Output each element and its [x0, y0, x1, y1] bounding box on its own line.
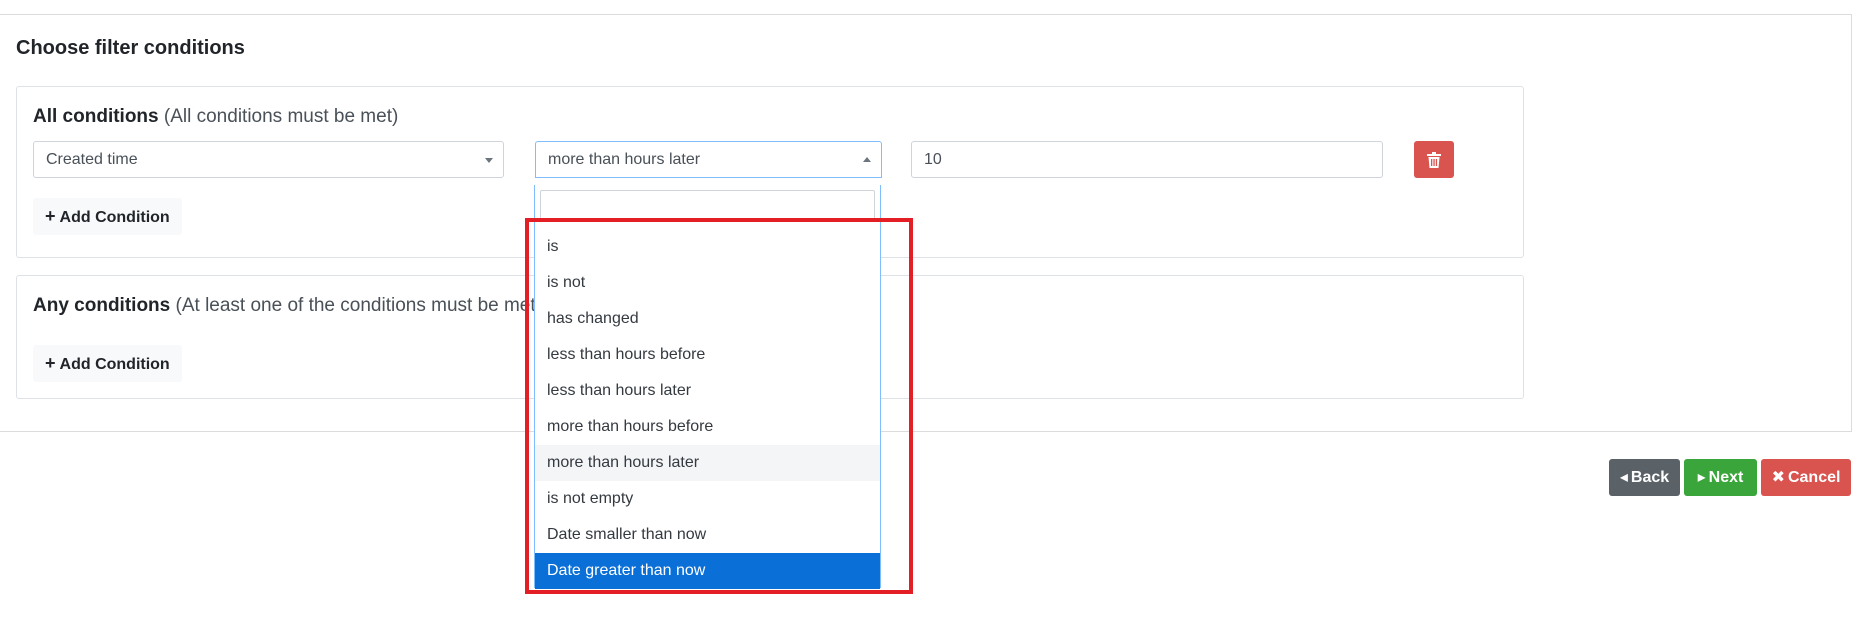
- caret-left-icon: ◂: [1619, 469, 1628, 486]
- add-any-condition-label: Add Condition: [59, 356, 170, 373]
- any-conditions-title: Any conditions: [33, 295, 171, 316]
- all-conditions-heading: All conditions (All conditions must be m…: [33, 106, 398, 128]
- option-less-than-hours-before[interactable]: less than hours before: [535, 337, 880, 373]
- field-select[interactable]: Created time: [33, 141, 504, 178]
- next-label: Next: [1708, 469, 1744, 486]
- caret-right-icon: ▸: [1697, 469, 1706, 486]
- back-label: Back: [1630, 469, 1670, 486]
- cancel-label: Cancel: [1787, 469, 1841, 486]
- operator-select[interactable]: more than hours later: [535, 141, 882, 178]
- add-all-condition-label: Add Condition: [59, 209, 170, 226]
- option-is[interactable]: is: [535, 229, 880, 265]
- add-all-condition-button[interactable]: + Add Condition: [33, 198, 182, 235]
- option-date-greater-than-now[interactable]: Date greater than now: [535, 553, 880, 589]
- plus-icon: +: [45, 206, 56, 226]
- plus-icon: +: [45, 353, 56, 373]
- all-conditions-hint: (All conditions must be met): [163, 106, 399, 127]
- back-button[interactable]: ◂ Back: [1609, 459, 1680, 496]
- cancel-button[interactable]: ✖ Cancel: [1761, 459, 1851, 496]
- next-button[interactable]: ▸ Next: [1684, 459, 1757, 496]
- all-conditions-title: All conditions: [33, 106, 159, 127]
- filter-panel: Choose filter conditions All conditions …: [0, 14, 1852, 432]
- chevron-down-icon: [485, 158, 493, 163]
- operator-dropdown: is is not has changed less than hours be…: [534, 185, 881, 589]
- page-title: Choose filter conditions: [16, 37, 245, 59]
- any-conditions-hint: (At least one of the conditions must be …: [175, 295, 542, 316]
- option-less-than-hours-later[interactable]: less than hours later: [535, 373, 880, 409]
- option-is-not-empty[interactable]: is not empty: [535, 481, 880, 517]
- x-icon: ✖: [1771, 469, 1785, 486]
- delete-condition-button[interactable]: [1414, 141, 1454, 178]
- value-input-text: 10: [924, 151, 942, 168]
- value-input[interactable]: 10: [911, 141, 1383, 178]
- trash-icon: [1427, 151, 1441, 168]
- option-more-than-hours-later[interactable]: more than hours later: [535, 445, 880, 481]
- option-has-changed[interactable]: has changed: [535, 301, 880, 337]
- option-more-than-hours-before[interactable]: more than hours before: [535, 409, 880, 445]
- any-conditions-heading: Any conditions (At least one of the cond…: [33, 295, 542, 317]
- dropdown-search-input[interactable]: [540, 190, 875, 220]
- operator-options-list: is is not has changed less than hours be…: [535, 229, 880, 589]
- option-date-smaller-than-now[interactable]: Date smaller than now: [535, 517, 880, 553]
- option-is-not[interactable]: is not: [535, 265, 880, 301]
- operator-select-value: more than hours later: [548, 151, 701, 168]
- chevron-up-icon: [863, 157, 871, 162]
- add-any-condition-button[interactable]: + Add Condition: [33, 345, 182, 382]
- field-select-value: Created time: [46, 151, 138, 168]
